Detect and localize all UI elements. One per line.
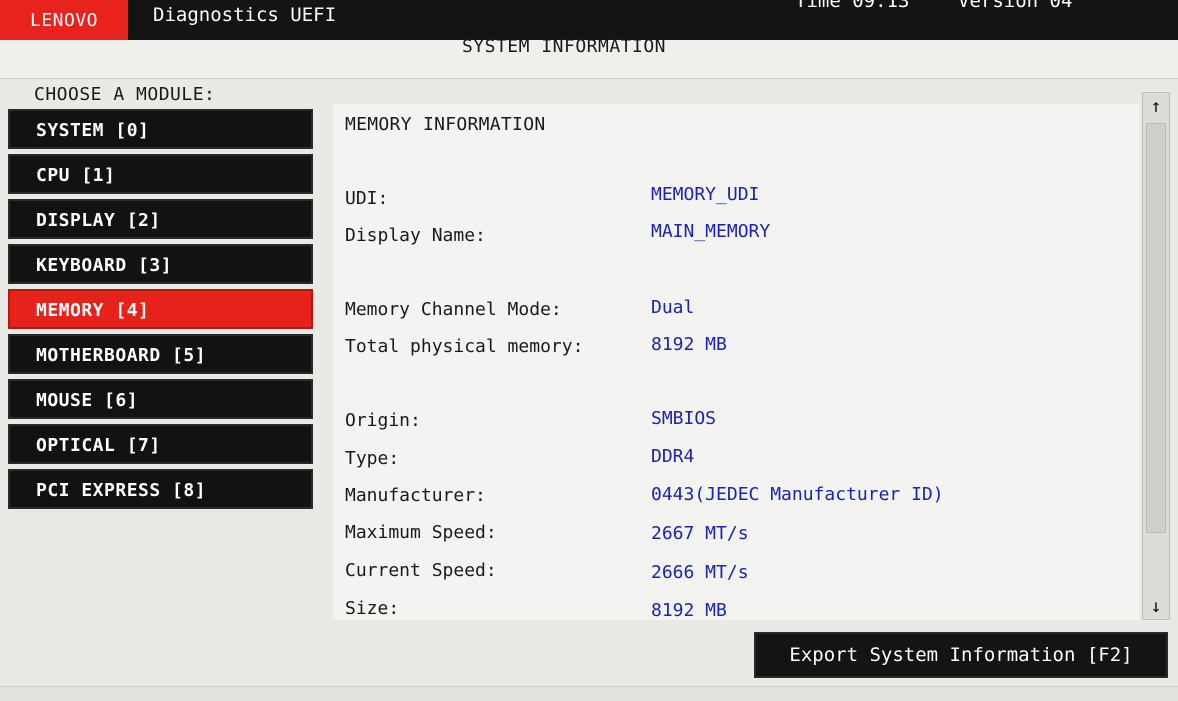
info-value: MAIN_MEMORY: [651, 221, 771, 242]
info-label: Current Speed:: [345, 560, 497, 581]
info-label: Size:: [345, 598, 400, 619]
info-value: 0443(JEDEC Manufacturer ID): [651, 484, 944, 505]
panel-scrollbar[interactable]: ↑ ↓: [1142, 92, 1170, 620]
info-label: Type:: [345, 448, 400, 469]
info-label: UDI:: [345, 188, 389, 209]
info-value: SMBIOS: [651, 408, 717, 429]
module-list: SYSTEM [0] CPU [1] DISPLAY [2] KEYBOARD …: [8, 109, 313, 514]
info-value: MEMORY_UDI: [651, 184, 760, 205]
info-label: Total physical memory:: [345, 336, 584, 357]
arrow-up-icon[interactable]: ↑: [1143, 93, 1169, 119]
page-title: SYSTEM INFORMATION: [461, 36, 667, 57]
info-label: Manufacturer:: [345, 485, 486, 506]
info-label: Origin:: [345, 410, 421, 431]
module-memory[interactable]: MEMORY [4]: [8, 289, 313, 329]
scroll-thumb[interactable]: [1146, 123, 1166, 533]
info-label: Maximum Speed:: [345, 522, 497, 543]
info-label: Memory Channel Mode:: [345, 299, 562, 320]
module-keyboard[interactable]: KEYBOARD [3]: [8, 244, 313, 284]
module-cpu[interactable]: CPU [1]: [8, 154, 313, 194]
panel-title: MEMORY INFORMATION: [345, 114, 546, 135]
top-bar: LENOVO Diagnostics UEFI Time 09:13 Versi…: [0, 0, 1178, 40]
module-display[interactable]: DISPLAY [2]: [8, 199, 313, 239]
app-title: Diagnostics UEFI: [153, 4, 337, 26]
info-value: Dual: [651, 297, 695, 318]
version-label: Version 04: [958, 0, 1073, 12]
module-mouse[interactable]: MOUSE [6]: [8, 379, 313, 419]
arrow-down-icon[interactable]: ↓: [1143, 593, 1169, 619]
info-label: Display Name:: [345, 225, 486, 246]
module-motherboard[interactable]: MOTHERBOARD [5]: [8, 334, 313, 374]
info-value: 8192 MB: [651, 600, 727, 620]
info-value: 8192 MB: [651, 334, 727, 355]
info-value: 2667 MT/s: [651, 523, 749, 544]
time-label: Time 09:13: [795, 0, 910, 12]
info-value: DDR4: [651, 446, 695, 467]
choose-module-prompt: CHOOSE A MODULE:: [34, 84, 216, 105]
module-pci-express[interactable]: PCI EXPRESS [8]: [8, 469, 313, 509]
module-optical[interactable]: OPTICAL [7]: [8, 424, 313, 464]
info-value: 2666 MT/s: [651, 562, 749, 583]
bottom-strip: [0, 686, 1178, 701]
brand-logo: LENOVO: [0, 0, 128, 40]
export-system-info-button[interactable]: Export System Information [F2]: [754, 632, 1168, 678]
module-system[interactable]: SYSTEM [0]: [8, 109, 313, 149]
memory-info-panel: MEMORY INFORMATION UDI: MEMORY_UDI Displ…: [333, 104, 1139, 620]
